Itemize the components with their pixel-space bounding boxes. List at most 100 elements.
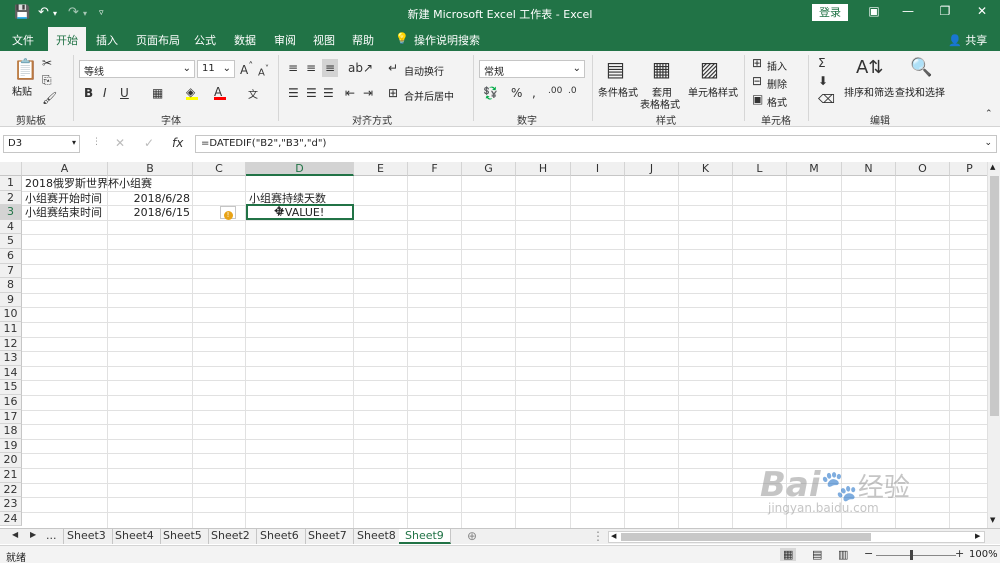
row-header[interactable]: 8 [0,278,22,293]
row-header[interactable]: 12 [0,336,22,352]
row-header[interactable]: 4 [0,219,22,235]
tab-page-layout[interactable]: 页面布局 [136,32,180,48]
zoom-slider[interactable] [876,555,956,556]
orientation-icon[interactable]: ab↗ [348,61,373,75]
row-header[interactable]: 21 [0,468,22,483]
confirm-entry-icon[interactable]: ✓ [144,136,154,150]
increase-font-icon[interactable]: A˄ [240,61,253,77]
table-format-icon[interactable]: ▦ [652,57,671,81]
copy-icon[interactable]: ⎘ [42,73,52,88]
align-center-icon[interactable]: ☰ [306,86,317,100]
format-as-table-button-2[interactable]: 表格格式 [640,96,680,111]
row-header[interactable]: 19 [0,438,22,454]
column-header[interactable]: E [354,162,408,176]
cell-A3[interactable]: 小组赛结束时间 [25,206,102,220]
cell-A2[interactable]: 小组赛开始时间 [25,192,102,206]
tab-home[interactable]: 开始 [48,27,86,51]
tab-formulas[interactable]: 公式 [194,32,216,48]
cell-B2[interactable]: 2018/6/28 [108,192,190,206]
active-cell-D3[interactable]: #VALUE! ✥ [246,204,354,220]
delete-cells-icon[interactable]: ⊟ [752,74,762,88]
format-cells-icon[interactable]: ▣ [752,92,763,106]
decrease-indent-icon[interactable]: ⇤ [345,86,355,100]
collapse-ribbon-icon[interactable]: ⌃ [985,109,993,119]
zoom-slider-knob[interactable] [910,550,913,560]
insert-cells-button[interactable]: 插入 [767,58,787,73]
border-icon[interactable]: ▦ [152,86,163,100]
restore-icon[interactable]: ❐ [935,4,955,18]
column-header[interactable]: O [896,162,950,176]
zoom-level[interactable]: 100% [969,549,998,560]
sort-filter-button[interactable]: 排序和筛选 [844,84,894,99]
merge-center-button[interactable]: 合并后居中 [404,88,454,103]
sheet-tab[interactable]: Sheet7 [302,529,354,544]
column-header[interactable]: L [733,162,787,176]
sheet-tab-active[interactable]: Sheet9 [399,529,451,544]
conditional-format-icon[interactable]: ▤ [606,57,625,81]
row-header[interactable]: 7 [0,263,22,279]
sheet-tab[interactable]: Sheet2 [205,529,257,544]
merge-icon[interactable]: ⊞ [388,86,398,100]
autosum-icon[interactable]: Σ [818,56,826,70]
format-cells-button[interactable]: 格式 [767,94,787,109]
align-bottom-icon[interactable]: ≡ [322,59,339,77]
italic-icon[interactable]: I [103,86,107,100]
insert-cells-icon[interactable]: ⊞ [752,56,762,70]
cell-B3[interactable]: 2018/6/15 [108,206,190,220]
page-layout-view-icon[interactable]: ▤ [812,548,822,561]
row-header[interactable]: 15 [0,380,22,395]
bold-icon[interactable]: B [84,86,93,100]
wrap-text-icon[interactable]: ↵ [388,61,398,75]
row-header[interactable]: 13 [0,351,22,366]
row-header[interactable]: 20 [0,453,22,468]
row-header[interactable]: 17 [0,409,22,425]
comma-icon[interactable]: , [532,86,536,100]
fill-color-icon[interactable]: ◈ [186,85,198,100]
insert-function-icon[interactable]: fx [172,136,183,150]
sheet-tab[interactable]: Sheet5 [157,529,209,544]
conditional-format-button[interactable]: 条件格式 [598,84,638,99]
sheet-tab[interactable]: Sheet3 [61,529,113,544]
row-header[interactable]: 6 [0,249,22,264]
page-break-view-icon[interactable]: ▥ [838,548,848,561]
add-sheet-icon[interactable]: ⊕ [467,529,477,543]
row-header[interactable]: 14 [0,365,22,381]
share-button[interactable]: 👤 共享 [948,32,987,48]
row-header[interactable]: 18 [0,424,22,439]
find-select-icon[interactable]: 🔍 [910,57,932,78]
scroll-left-icon[interactable]: ◀ [611,532,616,540]
align-right-icon[interactable]: ☰ [323,86,334,100]
align-top-icon[interactable]: ≡ [288,61,298,75]
cell-styles-button[interactable]: 单元格样式 [688,84,738,99]
phonetic-icon[interactable]: 文 [248,86,258,101]
column-header-selected[interactable]: D [246,162,354,176]
column-header[interactable]: I [571,162,625,176]
vertical-scrollbar[interactable]: ▲ ▼ [987,162,1000,528]
column-header[interactable]: B [108,162,193,176]
normal-view-icon[interactable]: ▦ [780,548,797,561]
horizontal-scroll-thumb[interactable] [621,533,871,541]
zoom-out-icon[interactable]: − [864,547,873,560]
tab-insert[interactable]: 插入 [96,32,118,48]
row-header-selected[interactable]: 3 [0,205,22,220]
close-icon[interactable]: ✕ [972,4,992,18]
column-header[interactable]: N [842,162,896,176]
column-header[interactable]: H [516,162,571,176]
scroll-down-icon[interactable]: ▼ [990,516,995,524]
tab-review[interactable]: 审阅 [274,32,296,48]
sheet-tab[interactable]: Sheet8 [351,529,403,544]
column-header[interactable]: J [625,162,679,176]
font-size-select[interactable]: 11 ⌄ [197,60,235,78]
column-header[interactable]: P [950,162,987,176]
decrease-decimal-icon[interactable]: .0 [568,86,577,96]
row-header[interactable]: 9 [0,292,22,308]
align-middle-icon[interactable]: ≡ [306,61,316,75]
name-box[interactable]: D3 ▾ [3,135,80,153]
tab-data[interactable]: 数据 [234,32,256,48]
column-header[interactable]: C [193,162,246,176]
zoom-in-icon[interactable]: + [955,547,964,560]
row-header[interactable]: 24 [0,511,22,527]
row-header[interactable]: 2 [0,190,22,206]
row-header[interactable]: 10 [0,307,22,322]
tell-me-search[interactable]: 操作说明搜索 [414,32,480,48]
